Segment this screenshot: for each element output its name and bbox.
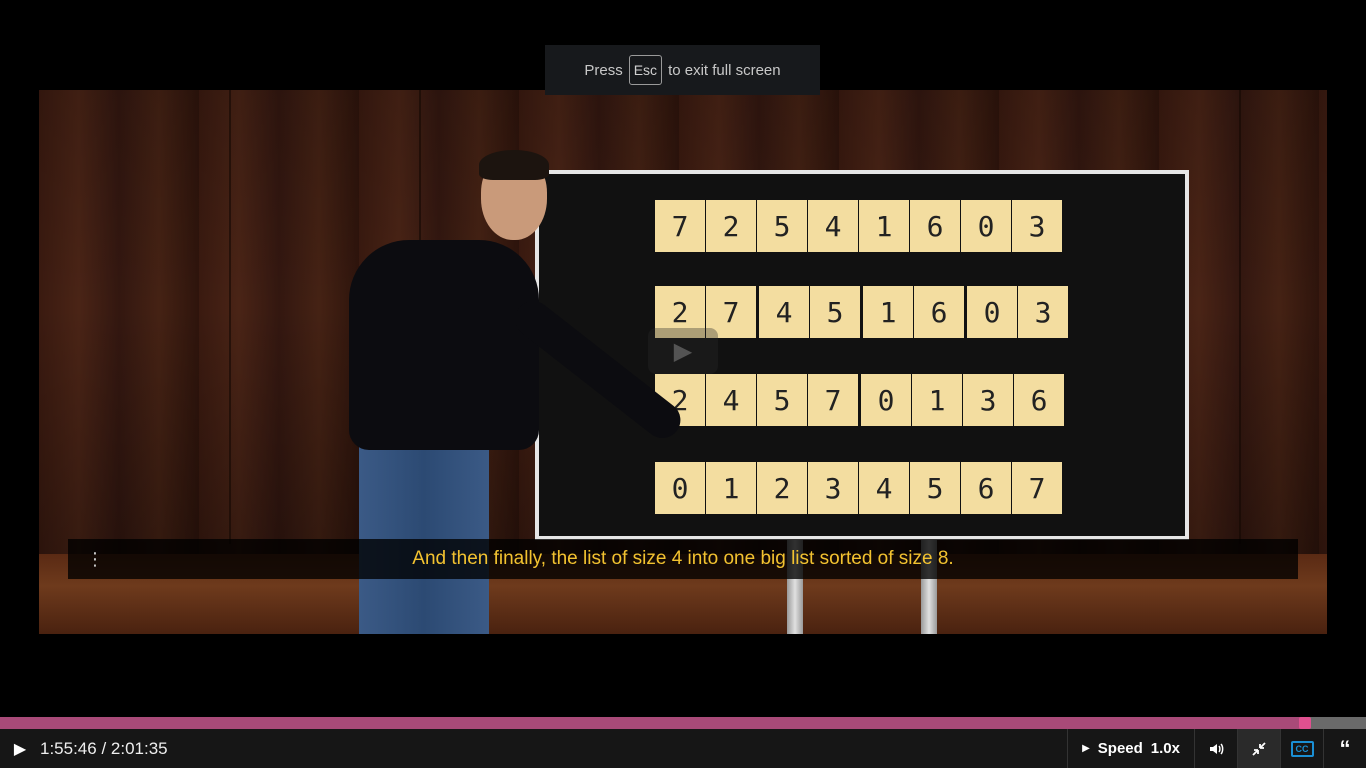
transcript-button[interactable]: “ [1323, 729, 1366, 768]
number-cell: 7 [808, 374, 858, 426]
number-row-1: 7 2 5 4 1 6 0 3 [655, 200, 1063, 252]
number-cell: 5 [757, 374, 807, 426]
number-cell: 0 [655, 462, 705, 514]
caption-bar: ⋮ And then finally, the list of size 4 i… [68, 539, 1298, 579]
number-cell: 1 [706, 462, 756, 514]
number-cell: 7 [655, 200, 705, 252]
number-cell: 6 [961, 462, 1011, 514]
exit-fullscreen-button[interactable] [1237, 729, 1280, 768]
progress-fill [0, 717, 1305, 729]
speed-value: 1.0x [1150, 740, 1180, 757]
wall-panel [229, 90, 231, 544]
presenter-body [349, 240, 539, 450]
number-cell: 1 [859, 200, 909, 252]
number-cell: 0 [861, 374, 911, 426]
number-cell: 3 [808, 462, 858, 514]
presenter-legs [359, 440, 489, 634]
number-cell: 2 [757, 462, 807, 514]
number-cell: 6 [914, 286, 964, 338]
volume-button[interactable] [1194, 729, 1237, 768]
esc-key-badge: Esc [628, 55, 663, 85]
fullscreen-notice-suffix: to exit full screen [668, 61, 781, 79]
number-cell: 4 [706, 374, 756, 426]
number-cell: 1 [912, 374, 962, 426]
control-bar: ▶ 1:55:46 / 2:01:35 ▶ Speed 1.0x CC “ [0, 729, 1366, 768]
number-cell: 3 [963, 374, 1013, 426]
transcript-quote-icon: “ [1339, 735, 1351, 761]
play-button[interactable]: ▶ [0, 729, 40, 768]
number-cell: 5 [757, 200, 807, 252]
vertical-dots-icon[interactable]: ⋮ [86, 549, 104, 569]
number-cell: 5 [910, 462, 960, 514]
video-player: Press Esc to exit full screen 7 2 5 4 1 … [0, 0, 1366, 768]
exit-fullscreen-icon [1252, 741, 1266, 756]
number-cell: 4 [808, 200, 858, 252]
closed-captions-button[interactable]: CC [1280, 729, 1323, 768]
number-cell: 6 [1014, 374, 1064, 426]
wall-panel [1239, 90, 1241, 544]
presenter-hair [479, 150, 549, 180]
number-cell: 3 [1018, 286, 1068, 338]
play-icon: ▶ [673, 337, 693, 365]
speed-button[interactable]: ▶ Speed 1.0x [1067, 729, 1194, 768]
fullscreen-notice: Press Esc to exit full screen [545, 45, 820, 95]
center-play-button[interactable]: ▶ [648, 328, 718, 374]
number-cell: 4 [859, 462, 909, 514]
number-row-2: 2 7 4 5 1 6 0 3 [655, 286, 1069, 338]
number-cell: 4 [759, 286, 809, 338]
number-cell: 3 [1012, 200, 1062, 252]
caret-right-icon: ▶ [1082, 743, 1090, 754]
number-cell: 1 [863, 286, 913, 338]
closed-captions-icon: CC [1290, 740, 1314, 757]
number-cell: 7 [1012, 462, 1062, 514]
volume-icon [1210, 742, 1224, 755]
speed-label: Speed [1097, 740, 1143, 757]
progress-handle[interactable] [1299, 717, 1311, 729]
number-cell: 2 [706, 200, 756, 252]
time-display: 1:55:46 / 2:01:35 [40, 738, 168, 758]
fullscreen-notice-prefix: Press [584, 61, 623, 79]
progress-bar[interactable] [0, 717, 1366, 729]
number-cell: 5 [810, 286, 860, 338]
caption-text: And then finally, the list of size 4 int… [412, 548, 954, 569]
whiteboard-screen: 7 2 5 4 1 6 0 3 2 7 4 5 1 6 0 3 2 4 5 7 … [535, 170, 1189, 540]
number-row-3: 2 4 5 7 0 1 3 6 [655, 374, 1065, 426]
number-cell: 0 [967, 286, 1017, 338]
number-cell: 0 [961, 200, 1011, 252]
number-row-4: 0 1 2 3 4 5 6 7 [655, 462, 1063, 514]
play-icon: ▶ [13, 740, 27, 758]
number-cell: 6 [910, 200, 960, 252]
